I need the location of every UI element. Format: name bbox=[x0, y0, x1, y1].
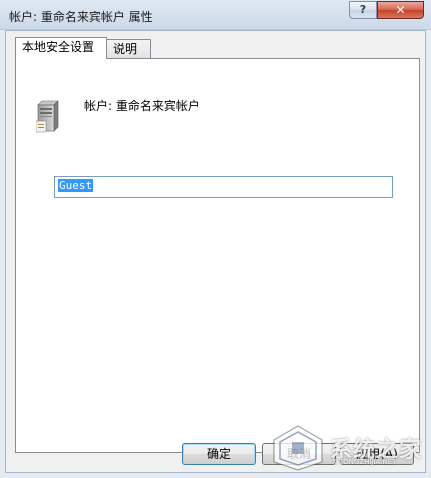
account-name-input[interactable]: Guest bbox=[54, 176, 393, 198]
selected-text: Guest bbox=[58, 179, 94, 192]
title-bar: 帐户: 重命名来宾帐户 属性 ? ✕ bbox=[0, 0, 431, 30]
tab-panel: 帐户: 重命名来宾帐户 Guest bbox=[15, 58, 420, 453]
dialog-client-area: 本地安全设置 说明 帐户: 重命名来宾帐户 Guest 确定 取消 应用(A) bbox=[5, 30, 426, 473]
policy-label: 帐户: 重命名来宾帐户 bbox=[84, 99, 200, 113]
window-title: 帐户: 重命名来宾帐户 属性 bbox=[9, 10, 153, 24]
close-button[interactable]: ✕ bbox=[377, 1, 424, 19]
tab-explain[interactable]: 说明 bbox=[106, 39, 151, 59]
tab-local-security-setting[interactable]: 本地安全设置 bbox=[15, 37, 107, 59]
apply-button[interactable]: 应用(A) bbox=[340, 443, 414, 465]
cancel-button[interactable]: 取消 bbox=[262, 443, 336, 465]
ok-button[interactable]: 确定 bbox=[182, 443, 256, 465]
help-button[interactable]: ? bbox=[349, 1, 377, 19]
server-icon bbox=[36, 100, 59, 133]
